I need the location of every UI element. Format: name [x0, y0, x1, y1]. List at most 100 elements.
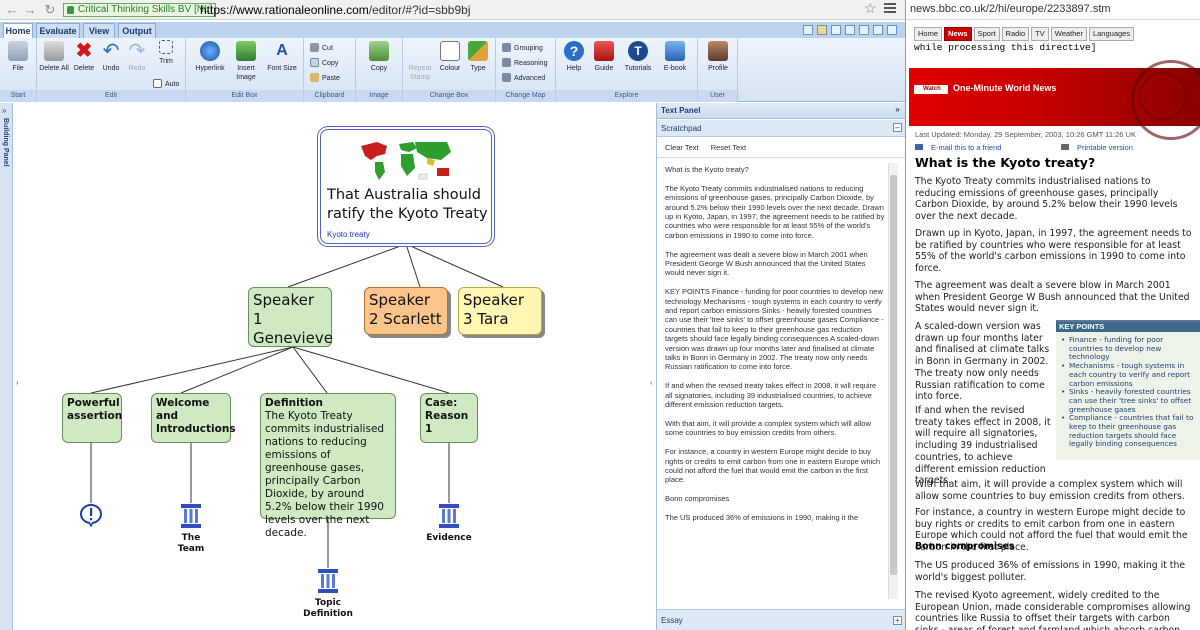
world-map-image — [357, 138, 457, 182]
insert-image-button[interactable]: Insert Image — [232, 41, 260, 82]
basis-evidence[interactable]: Evidence — [424, 503, 474, 544]
scratchpad-header[interactable]: Scratchpad – — [657, 120, 905, 137]
tutorials-label: Tutorials — [624, 65, 652, 72]
speaker-1-box[interactable]: Speaker 1 Genevieve — [248, 287, 333, 347]
reload-icon[interactable]: ↻ — [42, 1, 58, 19]
export-icon[interactable] — [845, 25, 855, 35]
speaker-2-box[interactable]: Speaker 2 Scarlett — [364, 287, 448, 335]
ebook-button[interactable]: E-book — [658, 41, 692, 73]
one-minute-news-banner[interactable]: Watch One-Minute World News — [909, 60, 1200, 140]
clear-text-button[interactable]: Clear Text — [665, 143, 699, 152]
expand-essay-icon[interactable]: + — [893, 616, 902, 625]
tab-evaluate[interactable]: Evaluate — [36, 23, 80, 38]
hyperlink-button[interactable]: Hyperlink — [190, 41, 230, 73]
copy-icon — [310, 58, 319, 67]
bbc-tab-sport[interactable]: Sport — [973, 27, 1000, 41]
advanced-button[interactable]: Advanced — [502, 73, 545, 84]
reasoning-button[interactable]: Reasoning — [502, 58, 547, 69]
basis-topic-definition[interactable]: Topic Definition — [300, 568, 356, 620]
key-point: Sinks - heavily forested countries can u… — [1060, 387, 1197, 414]
file-icon — [8, 41, 28, 61]
copy-label: Copy — [322, 60, 339, 67]
key-point: Finance - funding for poor countries to … — [1060, 335, 1197, 362]
delete-button[interactable]: ✖ Delete — [71, 41, 97, 73]
speaker-3-box[interactable]: Speaker 3 Tara — [458, 287, 542, 335]
bbc-tab-languages[interactable]: Languages — [1088, 27, 1135, 41]
email-friend-link[interactable]: E-mail this to a friend — [915, 143, 1001, 152]
expand-building-panel-icon[interactable]: » — [2, 106, 6, 115]
guide-button[interactable]: Guide — [590, 41, 618, 73]
claim-hyperlink[interactable]: Kyoto treaty — [327, 230, 370, 239]
paste-button[interactable]: Paste — [310, 73, 340, 84]
bbc-nav-tabs: Home News Sport Radio TV Weather Languag… — [914, 27, 1136, 41]
bookmark-star-icon[interactable]: ☆ — [864, 0, 877, 17]
tab-home[interactable]: Home — [3, 23, 33, 39]
scratchpad-text[interactable]: What is the Kyoto treaty? The Kyoto Trea… — [665, 165, 885, 595]
redo-label: Redo — [128, 65, 146, 72]
bbc-tab-tv[interactable]: TV — [1031, 27, 1049, 41]
hyperlink-label: Hyperlink — [195, 65, 225, 72]
help-button[interactable]: ? Help — [560, 41, 588, 73]
trim-button[interactable]: Trim — [153, 40, 179, 66]
building-panel[interactable]: » Building Panel — [0, 103, 13, 630]
reason-powerful-assertion[interactable]: Powerful assertion — [62, 393, 122, 443]
minimize-ribbon-icon[interactable] — [887, 25, 897, 35]
site-identity-badge[interactable]: Critical Thinking Skills BV [NL] — [63, 3, 217, 17]
watch-button[interactable]: Watch — [914, 85, 948, 94]
profile-button[interactable]: Profile — [704, 41, 732, 73]
tutorials-button[interactable]: T Tutorials — [620, 41, 656, 73]
cut-button[interactable]: Cut — [310, 43, 333, 54]
group-explore: ? Help Guide T Tutorials E-book Explore — [556, 38, 698, 102]
reason-definition[interactable]: Definition The Kyoto Treaty commits indus… — [260, 393, 396, 539]
claim-text: That Australia should ratify the Kyoto T… — [327, 187, 488, 222]
scrollbar-thumb[interactable] — [890, 175, 897, 575]
redo-button[interactable]: ↷ Redo — [125, 41, 149, 73]
font-size-button[interactable]: A Font Size — [264, 41, 300, 73]
browser-menu-icon[interactable] — [884, 3, 896, 15]
banner-title: One-Minute World News — [953, 83, 1057, 93]
save-icon[interactable] — [831, 25, 841, 35]
group-image: Copy Image — [356, 38, 403, 102]
open-folder-icon[interactable] — [817, 25, 827, 35]
collapse-left-icon[interactable]: › — [16, 378, 19, 387]
copy-image-button[interactable]: Copy — [364, 41, 394, 73]
article-paragraph: With that aim, it will provide a complex… — [915, 479, 1185, 502]
file-button[interactable]: File — [3, 41, 33, 73]
essay-header[interactable]: Essay + — [657, 609, 905, 630]
type-button[interactable]: Type — [465, 41, 491, 73]
main-claim-box[interactable]: That Australia should ratify the Kyoto T… — [320, 129, 492, 244]
scratchpad-scrollbar[interactable] — [888, 163, 898, 599]
assertion-basis[interactable] — [78, 503, 104, 531]
repeat-stamp-button[interactable]: Repeat Stamp — [405, 41, 435, 82]
bbc-tab-weather[interactable]: Weather — [1050, 27, 1087, 41]
basis-the-team[interactable]: The Team — [168, 503, 214, 555]
grouping-button[interactable]: Grouping — [502, 43, 543, 54]
reason-welcome-introductions[interactable]: Welcome and Introductions — [151, 393, 236, 443]
back-icon[interactable]: ← — [4, 1, 20, 19]
tab-output[interactable]: Output — [118, 23, 156, 38]
bbc-address-bar[interactable]: news.bbc.co.uk/2/hi/europe/2233897.stm — [906, 0, 1200, 20]
reset-text-button[interactable]: Reset Text — [711, 143, 746, 152]
tab-view[interactable]: View — [83, 23, 115, 38]
settings-small-icon[interactable] — [873, 25, 883, 35]
copy-button[interactable]: Copy — [310, 58, 338, 69]
expand-panel-icon[interactable]: » — [893, 106, 902, 115]
undo-button[interactable]: ↶ Undo — [99, 41, 123, 73]
delete-all-button[interactable]: Delete All — [39, 41, 69, 73]
article-paragraph: The revised Kyoto agreement, widely cred… — [915, 590, 1191, 630]
new-map-icon[interactable] — [803, 25, 813, 35]
map-canvas[interactable]: That Australia should ratify the Kyoto T… — [14, 103, 656, 630]
printable-version-link[interactable]: Printable version — [1061, 143, 1133, 152]
bbc-tab-home[interactable]: Home — [914, 27, 943, 41]
help-small-icon[interactable] — [859, 25, 869, 35]
bbc-tab-radio[interactable]: Radio — [1001, 27, 1030, 41]
bbc-tab-news[interactable]: News — [944, 27, 972, 41]
auto-checkbox[interactable]: Auto — [153, 79, 179, 90]
colour-button[interactable]: Colour — [437, 41, 463, 73]
forward-icon[interactable]: → — [22, 1, 38, 19]
reason-case-1[interactable]: Case: Reason 1 — [420, 393, 478, 443]
collapse-scratchpad-icon[interactable]: – — [893, 123, 902, 132]
collapse-right-icon[interactable]: ‹ — [650, 378, 653, 387]
scratchpad-toolbar: Clear Text Reset Text — [657, 138, 905, 158]
address-bar[interactable]: https://www.rationaleonline.com/editor/#… — [200, 3, 471, 17]
